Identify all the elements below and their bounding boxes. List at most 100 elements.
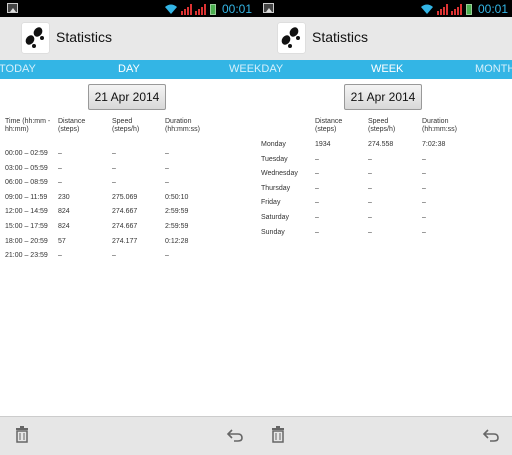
col-header-distance: Distance (steps) <box>315 118 343 133</box>
signal-icon <box>180 3 192 15</box>
week-row-cell-label: Thursday <box>261 184 291 192</box>
undo-icon[interactable] <box>482 428 500 442</box>
day-row-cell-label: 00:00 – 02:59 <box>5 150 48 157</box>
week-row-cell-speed: – <box>368 199 372 207</box>
week-row-cell-duration: 7:02:38 <box>422 141 446 148</box>
day-row-cell-speed: 275.069 <box>112 193 138 201</box>
week-row-cell-distance: – <box>315 155 319 163</box>
col-header-duration: Duration (hh:mm:ss) <box>422 118 457 133</box>
signal-icon-2 <box>450 3 462 15</box>
day-row-cell-speed: – <box>112 150 116 157</box>
day-row-cell-distance: 824 <box>58 208 70 216</box>
action-bar: Statistics <box>256 17 512 60</box>
day-row-cell-duration: 2:59:59 <box>165 208 189 216</box>
day-row-cell-label: 18:00 – 20:59 <box>5 237 48 245</box>
week-row-cell-speed: 274.558 <box>368 141 394 148</box>
col-header-distance: Distance (steps) <box>58 118 86 133</box>
col-header-duration: Duration (hh:mm:ss) <box>165 118 200 133</box>
day-row-cell-label: 09:00 – 11:59 <box>5 193 48 201</box>
battery-icon <box>209 3 216 15</box>
week-row-cell-speed: – <box>368 170 372 178</box>
week-row-cell-label: Friday <box>261 199 281 207</box>
date-button[interactable]: 21 Apr 2014 <box>344 84 422 110</box>
tab-day[interactable]: DAY <box>118 63 140 75</box>
app-title: Statistics <box>56 29 113 45</box>
battery-icon <box>465 3 472 15</box>
app-logo[interactable] <box>22 23 49 53</box>
day-row-cell-speed: – <box>112 179 116 187</box>
tab-week[interactable]: WEEK <box>371 63 403 75</box>
week-row-cell-label: Monday <box>261 141 286 148</box>
week-row-cell-distance: – <box>315 214 319 221</box>
week-row-cell-distance: – <box>315 184 319 192</box>
app-title: Statistics <box>312 29 369 45</box>
status-clock: 00:01 <box>221 2 252 16</box>
day-row-cell-distance: – <box>58 179 62 187</box>
week-row-cell-label: Tuesday <box>261 155 288 163</box>
day-row-cell-duration: – <box>165 179 169 187</box>
week-row-cell-duration: – <box>422 228 426 236</box>
signal-icon-2 <box>194 3 206 15</box>
week-row-cell-distance: – <box>315 228 319 236</box>
week-row-cell-speed: – <box>368 214 372 221</box>
week-row-cell-duration: – <box>422 199 426 207</box>
day-row-cell-distance: – <box>58 252 62 260</box>
day-row-cell-speed: – <box>112 164 116 172</box>
bottom-bar <box>0 416 256 455</box>
day-row-cell-duration: 0:12:28 <box>165 237 189 245</box>
day-row-cell-duration: 0:50:10 <box>165 193 189 201</box>
status-clock: 00:01 <box>477 2 508 16</box>
week-row-cell-duration: – <box>422 214 426 221</box>
wifi-icon <box>164 4 177 14</box>
trash-icon[interactable] <box>15 426 29 443</box>
trash-icon[interactable] <box>271 426 285 443</box>
day-row-cell-distance: – <box>58 164 62 172</box>
day-row-cell-label: 15:00 – 17:59 <box>5 223 48 230</box>
week-row-cell-distance: – <box>315 170 319 178</box>
wifi-icon <box>420 4 433 14</box>
day-row-cell-speed: – <box>112 252 116 260</box>
day-row-cell-duration: – <box>165 252 169 260</box>
week-row-cell-speed: – <box>368 184 372 192</box>
day-row-cell-distance: – <box>58 150 62 157</box>
signal-icon <box>436 3 448 15</box>
col-header-time: Time (hh:mm - hh:mm) <box>5 118 51 133</box>
col-header-speed: Speed (steps/h) <box>368 118 396 133</box>
week-row-cell-label: Saturday <box>261 214 290 221</box>
day-screen: 00:01 Statistics TODAY DAY WEEKDAY 21 Ap… <box>0 0 256 455</box>
day-row-cell-label: 21:00 – 23:59 <box>5 252 48 260</box>
tab-bar: WEEKDAY WEEK MONTH <box>256 60 512 79</box>
col-header-speed: Speed (steps/h) <box>112 118 140 133</box>
tab-month[interactable]: MONTH <box>475 63 512 75</box>
footprints-icon <box>281 27 300 48</box>
day-row-cell-label: 03:00 – 05:59 <box>5 164 48 172</box>
tab-bar: TODAY DAY WEEKDAY <box>0 60 256 79</box>
day-row-cell-duration: – <box>165 150 169 157</box>
day-row-cell-duration: 2:59:59 <box>165 223 189 230</box>
undo-icon[interactable] <box>226 428 244 442</box>
action-bar: Statistics <box>0 17 256 60</box>
status-bar: 00:01 <box>0 0 256 17</box>
day-row-cell-speed: 274.667 <box>112 223 138 230</box>
day-row-cell-distance: 57 <box>58 237 66 245</box>
day-row-cell-duration: – <box>165 164 169 172</box>
day-row-cell-label: 12:00 – 14:59 <box>5 208 48 216</box>
week-row-cell-duration: – <box>422 170 426 178</box>
gallery-notification-icon <box>7 3 18 13</box>
week-row-cell-label: Wednesday <box>261 170 298 178</box>
tab-weekday[interactable]: WEEKDAY <box>256 63 283 75</box>
status-bar: 00:01 <box>256 0 512 17</box>
footprints-icon <box>25 27 44 48</box>
day-row-cell-distance: 824 <box>58 223 70 230</box>
app-logo[interactable] <box>278 23 305 53</box>
week-row-cell-distance: – <box>315 199 319 207</box>
gallery-notification-icon <box>263 3 274 13</box>
week-row-cell-duration: – <box>422 184 426 192</box>
bottom-bar <box>256 416 512 455</box>
week-row-cell-speed: – <box>368 155 372 163</box>
day-row-cell-distance: 230 <box>58 193 70 201</box>
day-row-cell-label: 06:00 – 08:59 <box>5 179 48 187</box>
tab-today[interactable]: TODAY <box>0 63 36 75</box>
tab-weekday[interactable]: WEEKDAY <box>229 63 256 75</box>
date-button[interactable]: 21 Apr 2014 <box>88 84 166 110</box>
